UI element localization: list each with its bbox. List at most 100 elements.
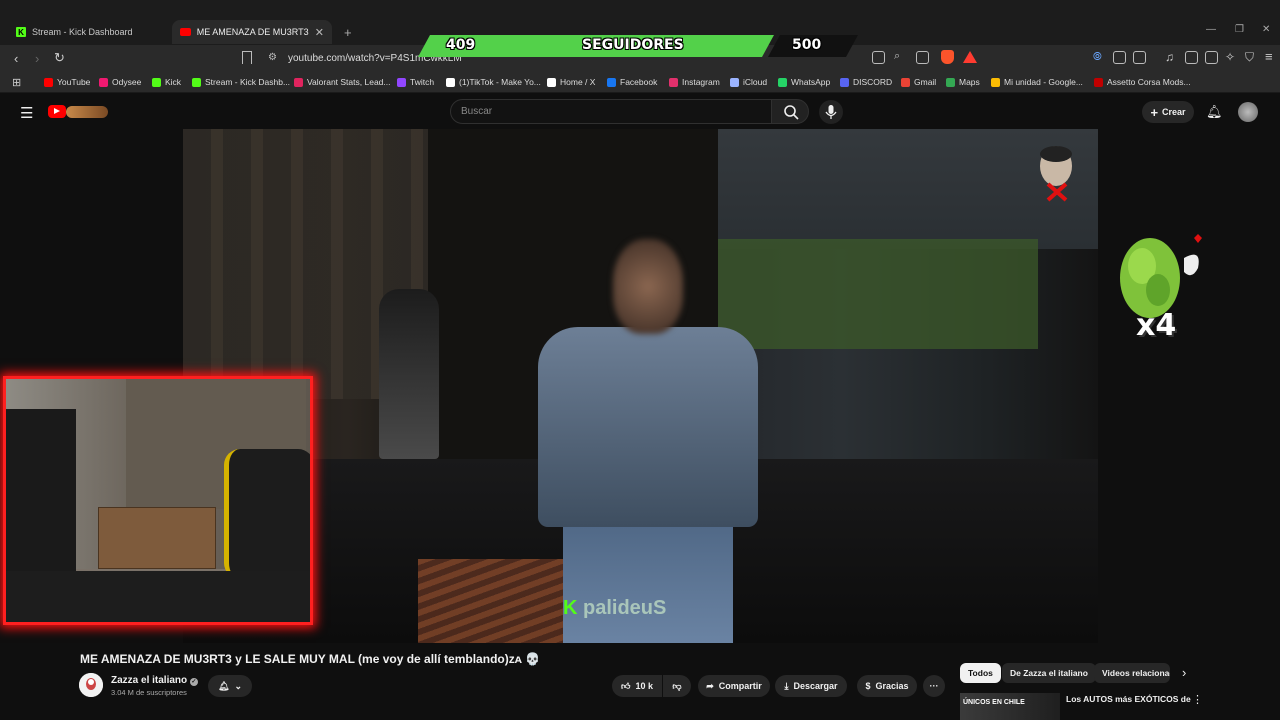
music-icon[interactable]: ♫ [1165, 50, 1174, 64]
wallet-icon[interactable] [1205, 51, 1218, 64]
bookmark-odysee[interactable]: Odysee [99, 77, 141, 87]
bookmark-label: (1)TikTok - Make Yo... [459, 77, 541, 87]
thanks-label: Gracias [875, 681, 909, 691]
channel-name[interactable]: Zazza el italiano ✓ [111, 675, 198, 686]
bookmark-label: DISCORD [853, 77, 893, 87]
more-actions-button[interactable]: ··· [923, 675, 945, 697]
video-title: ME AMENAZA DE MU3RT3 y LE SALE MUY MAL (… [80, 652, 541, 666]
recommended-thumbnail[interactable]: ÚNICOS EN CHILE [960, 693, 1060, 720]
extensions-icon[interactable] [1113, 51, 1126, 64]
bookmark-maps[interactable]: Maps [946, 77, 980, 87]
share-page-icon[interactable] [916, 51, 929, 64]
like-button[interactable]: 👍︎ 10 k [612, 675, 662, 697]
bookmark-gmail[interactable]: Gmail [901, 77, 936, 87]
twitch-icon [397, 77, 406, 87]
back-icon[interactable]: ‹ [14, 52, 18, 65]
chip-related[interactable]: Videos relacionad [1094, 663, 1170, 683]
followers-current: 409 [446, 37, 476, 53]
reload-icon[interactable]: ↻ [54, 51, 65, 64]
bookmark-mi-unidad-google[interactable]: Mi unidad - Google... [991, 77, 1083, 87]
video-person-jeans [563, 509, 733, 643]
bookmark-label: Mi unidad - Google... [1004, 77, 1083, 87]
video-player[interactable]: K palideuS [183, 129, 1098, 643]
super-thanks-icon: $ [865, 681, 871, 691]
microphone-icon [825, 105, 837, 119]
recommended-thumbnail-text: ÚNICOS EN CHILE [963, 699, 1025, 706]
notifications-icon[interactable]: 🔔︎ [1206, 104, 1223, 120]
apps-icon[interactable]: ⊞ [12, 76, 21, 89]
recommended-title[interactable]: Los AUTOS más EXÓTICOS de [1066, 694, 1191, 704]
vpn-icon[interactable]: ⛉ [1245, 50, 1254, 65]
verified-icon: ✓ [189, 678, 198, 686]
bookmark-assetto-corsa-mods[interactable]: Assetto Corsa Mods... [1094, 77, 1191, 87]
odysee-icon [99, 77, 108, 87]
chips-next-icon[interactable]: › [1182, 665, 1186, 680]
share-button[interactable]: ➦ Compartir [698, 675, 770, 697]
close-window-icon[interactable]: ✕ [1262, 24, 1270, 35]
menu-icon[interactable]: ≡ [1265, 49, 1273, 64]
subscription-bell-button[interactable]: 🔔︎ ⌄ [208, 675, 252, 697]
bookmark-discord[interactable]: DISCORD [840, 77, 892, 87]
bookmark-icloud[interactable]: iCloud [730, 77, 767, 87]
bookmark-stream-kick-dashb[interactable]: Stream - Kick Dashb... [192, 77, 290, 87]
webcam-gaming-chair [224, 449, 310, 579]
search-input[interactable]: Buscar [450, 99, 772, 124]
brave-shield-icon[interactable] [941, 50, 954, 64]
channel-avatar[interactable] [79, 673, 103, 697]
chevron-down-icon: ⌄ [234, 680, 242, 691]
bookmark-label: Assetto Corsa Mods... [1107, 77, 1191, 87]
dislike-button[interactable]: 👎︎ [663, 675, 691, 697]
bookmark-instagram[interactable]: Instagram [669, 77, 720, 87]
create-button[interactable]: + Crear [1142, 101, 1194, 123]
tab-kick-dashboard[interactable]: K Stream - Kick Dashboard [8, 20, 170, 44]
doodle-logo[interactable] [66, 106, 108, 118]
minimize-icon[interactable]: — [1206, 24, 1216, 35]
screenshot-icon[interactable] [1133, 51, 1146, 64]
discord-icon [840, 77, 849, 87]
kick-watermark-name: palideuS [583, 597, 667, 619]
youtube-icon [180, 28, 191, 36]
tab-label: ME AMENAZA DE MU3RT3 y LE [196, 27, 309, 37]
brave-rewards-icon[interactable] [963, 51, 977, 63]
maps-icon [946, 77, 955, 87]
bookmark-label: WhatsApp [791, 77, 831, 87]
bookmark-1-tiktok-make-yo[interactable]: (1)TikTok - Make Yo... [446, 77, 541, 87]
bookmark-whatsapp[interactable]: WhatsApp [778, 77, 830, 87]
bookmark-icon[interactable] [242, 51, 252, 64]
cast-icon[interactable] [872, 51, 885, 64]
new-tab-button[interactable]: + [336, 20, 360, 44]
kick-icon [152, 77, 161, 87]
search-button[interactable] [771, 99, 809, 124]
whatsapp-icon [778, 77, 787, 87]
tab-youtube-video[interactable]: ME AMENAZA DE MU3RT3 y LE ✕ [172, 20, 332, 44]
maximize-icon[interactable]: ❐ [1235, 24, 1244, 35]
bookmark-kick[interactable]: Kick [152, 77, 181, 87]
bookmark-valorant-stats-lead[interactable]: Valorant Stats, Lead... [294, 77, 390, 87]
chip-todos[interactable]: Todos [960, 663, 1001, 683]
youtube-logo[interactable] [48, 105, 66, 118]
media-icon[interactable]: ⦾ [1093, 51, 1102, 64]
bookmark-home-x[interactable]: Home / X [547, 77, 595, 87]
sidebar-icon[interactable] [1185, 51, 1198, 64]
forward-icon[interactable]: › [35, 52, 39, 65]
bookmark-youtube[interactable]: YouTube [44, 77, 90, 87]
instagram-icon [669, 77, 678, 87]
kick-watermark-k: K [563, 597, 578, 619]
followers-label: SEGUIDORES [582, 37, 684, 53]
ai-icon[interactable]: ✧ [1225, 50, 1235, 64]
video-person-jacket [538, 327, 758, 527]
close-icon[interactable]: ✕ [315, 26, 324, 39]
site-info-icon[interactable]: ⚙ [268, 52, 277, 63]
download-button[interactable]: ⤓ Descargar [775, 675, 847, 697]
bookmark-facebook[interactable]: Facebook [607, 77, 657, 87]
thanks-button[interactable]: $ Gracias [857, 675, 917, 697]
account-avatar[interactable] [1238, 102, 1258, 122]
recommended-more-icon[interactable]: ⋮ [1192, 693, 1203, 706]
streamer-face-sticker [1036, 144, 1080, 204]
voice-search-button[interactable] [819, 100, 843, 124]
subscriber-count: 3.04 M de suscriptores [111, 688, 187, 697]
bookmark-twitch[interactable]: Twitch [397, 77, 434, 87]
zoom-icon[interactable]: ⌕ [894, 50, 900, 63]
hamburger-menu-icon[interactable]: ☰ [20, 104, 33, 122]
chip-from-channel[interactable]: De Zazza el italiano [1002, 663, 1096, 683]
